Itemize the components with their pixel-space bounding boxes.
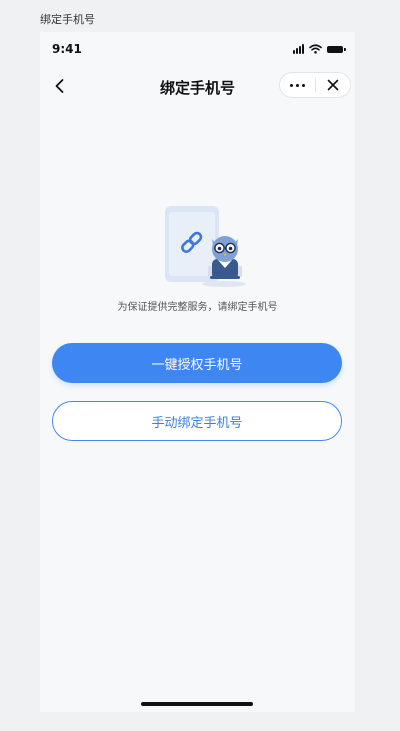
bind-tip-text: 为保证提供完整服务，请绑定手机号 [117,302,278,313]
mini-program-capsule [279,72,351,98]
close-button[interactable] [316,73,351,97]
one-click-authorize-button[interactable]: 一键授权手机号 [52,343,342,383]
wifi-icon [309,44,322,54]
more-button[interactable] [280,73,315,97]
status-bar: 9:41 [40,32,355,68]
close-icon [327,79,339,91]
navigation-bar: 绑定手机号 [40,68,355,104]
status-icons [293,44,346,54]
phone-link-illustration [165,206,246,287]
home-indicator [141,702,253,706]
page-caption: 绑定手机号 [40,13,95,26]
phone-screen: 9:41 绑定手机号 为保证提供完整服务，请绑定手机号 一键授权手机号 手动绑定… [40,32,355,712]
status-time: 9:41 [52,42,82,56]
signal-icon [293,44,304,54]
more-dots-icon [289,83,305,87]
manual-bind-button[interactable]: 手动绑定手机号 [52,401,342,441]
battery-icon [327,45,346,53]
